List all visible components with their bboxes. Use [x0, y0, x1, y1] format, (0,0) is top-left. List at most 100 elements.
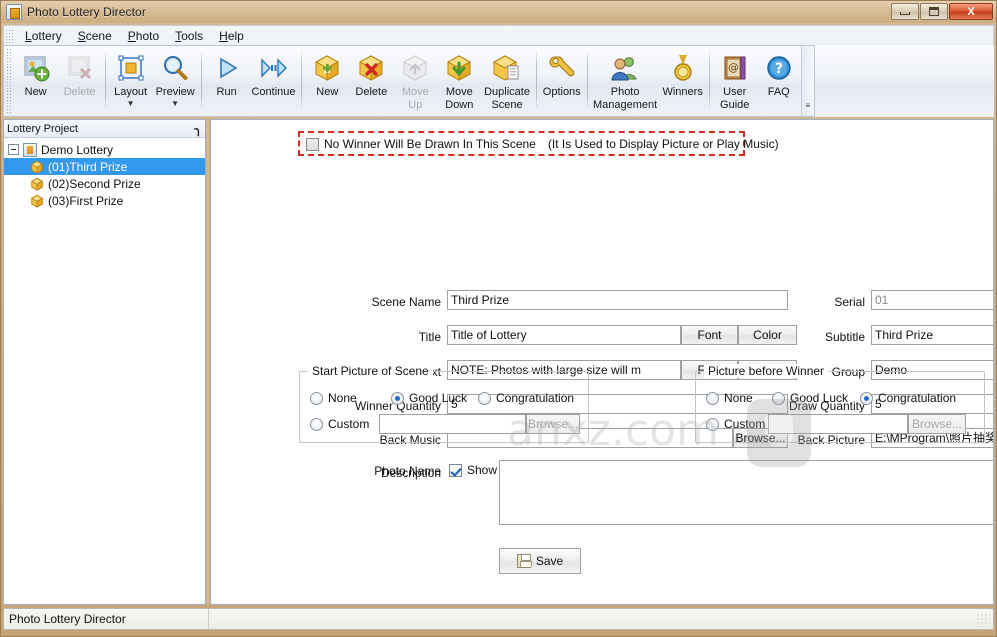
tree-node-label: (01)Third Prize	[48, 159, 128, 174]
play-icon	[211, 52, 243, 84]
toolbar-button-label: Layout	[114, 86, 148, 98]
start-picture-option-good-luck[interactable]: Good Luck	[391, 391, 467, 405]
toolbar-button-label: Delete	[63, 86, 96, 98]
no-winner-checkbox[interactable]	[306, 137, 319, 151]
radio-icon	[391, 391, 404, 405]
picture-before-winner-group-title: Picture before Winner	[704, 364, 829, 378]
toolbar-button-duplicate-scene[interactable]: Duplicate Scene	[481, 49, 532, 114]
start-picture-group-title: Start Picture of Scene	[308, 364, 433, 378]
save-button-label: Save	[535, 554, 564, 568]
picture-before-winner-option-custom[interactable]: Custom	[706, 417, 765, 431]
tree-node-label: (03)First Prize	[48, 193, 124, 208]
toolbar-separator	[708, 50, 710, 110]
toolbar-button-winners[interactable]: Winners	[660, 49, 706, 101]
toolbar-button-new-photo[interactable]: New	[14, 49, 58, 101]
toolbar-button-layout[interactable]: Layout ▼	[109, 49, 153, 109]
menu-item-scene[interactable]: Scene	[70, 27, 120, 45]
menu-bar: Lottery Scene Photo Tools Help	[3, 25, 994, 45]
cube-plus-icon	[311, 52, 343, 84]
application-window: Photo Lottery Director X Lottery Scene P…	[0, 0, 997, 637]
menu-item-help[interactable]: Help	[211, 27, 252, 45]
toolbar: New Delete Layout ▼ Preview ▼ Run Contin…	[3, 45, 815, 117]
panel-header: Lottery Project ╮	[4, 120, 205, 138]
toolbar-button-label: Continue	[251, 86, 296, 98]
close-button[interactable]: X	[949, 3, 993, 20]
toolbar-button-faq[interactable]: ? FAQ	[757, 49, 801, 101]
toolbar-button-run[interactable]: Run	[205, 49, 249, 101]
toolbar-button-move-up[interactable]: Move Up	[393, 49, 437, 114]
toolbar-button-label: Duplicate Scene	[484, 86, 530, 111]
toolbar-button-continue[interactable]: Continue	[249, 49, 299, 101]
subtitle-label: Subtitle	[824, 330, 865, 344]
chevron-down-icon[interactable]: ▼	[171, 100, 179, 108]
toolbar-button-label: Move Down	[445, 86, 474, 111]
no-winner-row[interactable]: No Winner Will Be Drawn In This Scene (I…	[306, 137, 779, 151]
toolbar-button-preview[interactable]: Preview ▼	[153, 49, 198, 109]
option-label: None	[328, 391, 357, 405]
start-picture-option-congratulation[interactable]: Congratulation	[478, 391, 574, 405]
status-bar: Photo Lottery Director	[3, 608, 994, 630]
picture-before-winner-browse-button[interactable]: Browse...	[908, 414, 966, 434]
toolbar-separator	[200, 50, 202, 110]
toolbar-button-delete-scene[interactable]: Delete	[349, 49, 393, 101]
save-button[interactable]: Save	[499, 548, 581, 574]
toolbar-button-options[interactable]: Options	[540, 49, 584, 101]
tree-node-root[interactable]: Demo Lottery	[4, 141, 205, 158]
start-picture-option-custom[interactable]: Custom	[310, 417, 369, 431]
toolbar-button-delete-photo[interactable]: Delete	[58, 49, 102, 101]
radio-icon	[310, 417, 323, 431]
description-textarea[interactable]	[499, 460, 993, 525]
minimize-button[interactable]	[891, 3, 919, 20]
layout-icon	[115, 52, 147, 84]
scene-editor-panel: No Winner Will Be Drawn In This Scene (I…	[210, 119, 994, 605]
photo-name-show-checkbox[interactable]: Show	[449, 463, 497, 477]
status-separator	[208, 609, 209, 629]
toolbar-button-photo-management[interactable]: Photo Management	[591, 49, 660, 114]
toolbar-button-label: Options	[542, 86, 581, 98]
project-tree: Demo Lottery (01)Third Prize (02)Second …	[4, 138, 205, 209]
picture-before-winner-option-good-luck[interactable]: Good Luck	[772, 391, 848, 405]
tree-node-scene-01[interactable]: (01)Third Prize	[4, 158, 205, 175]
toolbar-button-label: FAQ	[767, 86, 790, 98]
toolbar-overflow-button[interactable]: ≡	[800, 46, 815, 116]
maximize-button[interactable]	[920, 3, 948, 20]
toolbar-button-label: User Guide	[720, 86, 750, 111]
menu-item-photo[interactable]: Photo	[120, 27, 167, 45]
people-icon	[609, 52, 641, 84]
window-controls: X	[891, 3, 993, 20]
toolbar-separator	[586, 50, 588, 110]
tree-node-scene-03[interactable]: (03)First Prize	[4, 192, 205, 209]
menu-item-tools[interactable]: Tools	[167, 27, 211, 45]
toolbar-button-label: Winners	[662, 86, 703, 98]
start-picture-custom-input[interactable]	[379, 414, 526, 434]
start-picture-browse-button[interactable]: Browse...	[526, 414, 580, 434]
picture-before-winner-custom-input[interactable]	[768, 414, 908, 434]
subtitle-input[interactable]: Third Prize	[871, 325, 993, 345]
option-label: Custom	[328, 417, 370, 431]
continue-icon	[257, 52, 289, 84]
title-bar: Photo Lottery Director X	[1, 1, 996, 23]
window-title: Photo Lottery Director	[27, 5, 146, 19]
cube-icon	[30, 177, 44, 191]
picture-before-winner-option-none[interactable]: None	[706, 391, 753, 405]
menu-item-lottery[interactable]: Lottery	[17, 27, 70, 45]
toolbar-button-new-scene[interactable]: New	[305, 49, 349, 101]
pin-icon[interactable]: ╮	[195, 122, 202, 136]
tree-node-label: Demo Lottery	[41, 142, 114, 157]
picture-before-winner-option-congratulation[interactable]: Congratulation	[860, 391, 956, 405]
collapse-icon[interactable]	[8, 144, 19, 155]
tree-node-scene-02[interactable]: (02)Second Prize	[4, 175, 205, 192]
toolbar-button-user-guide[interactable]: @ User Guide	[713, 49, 757, 114]
toolbar-overflow-icon: ≡	[805, 101, 811, 110]
toolbar-button-move-down[interactable]: Move Down	[437, 49, 481, 114]
option-label: Congratulation	[496, 391, 575, 405]
toolbar-button-label: Move Up	[401, 86, 429, 111]
radio-icon	[478, 391, 491, 405]
resize-grip-icon[interactable]	[976, 613, 990, 627]
start-picture-option-none[interactable]: None	[310, 391, 357, 405]
description-label: Description	[380, 466, 441, 480]
serial-input[interactable]: 01	[871, 290, 993, 310]
picture-before-winner-group: Picture before Winner None Good Luck Con…	[695, 364, 985, 443]
help-icon: ?	[763, 52, 795, 84]
chevron-down-icon[interactable]: ▼	[127, 100, 135, 108]
